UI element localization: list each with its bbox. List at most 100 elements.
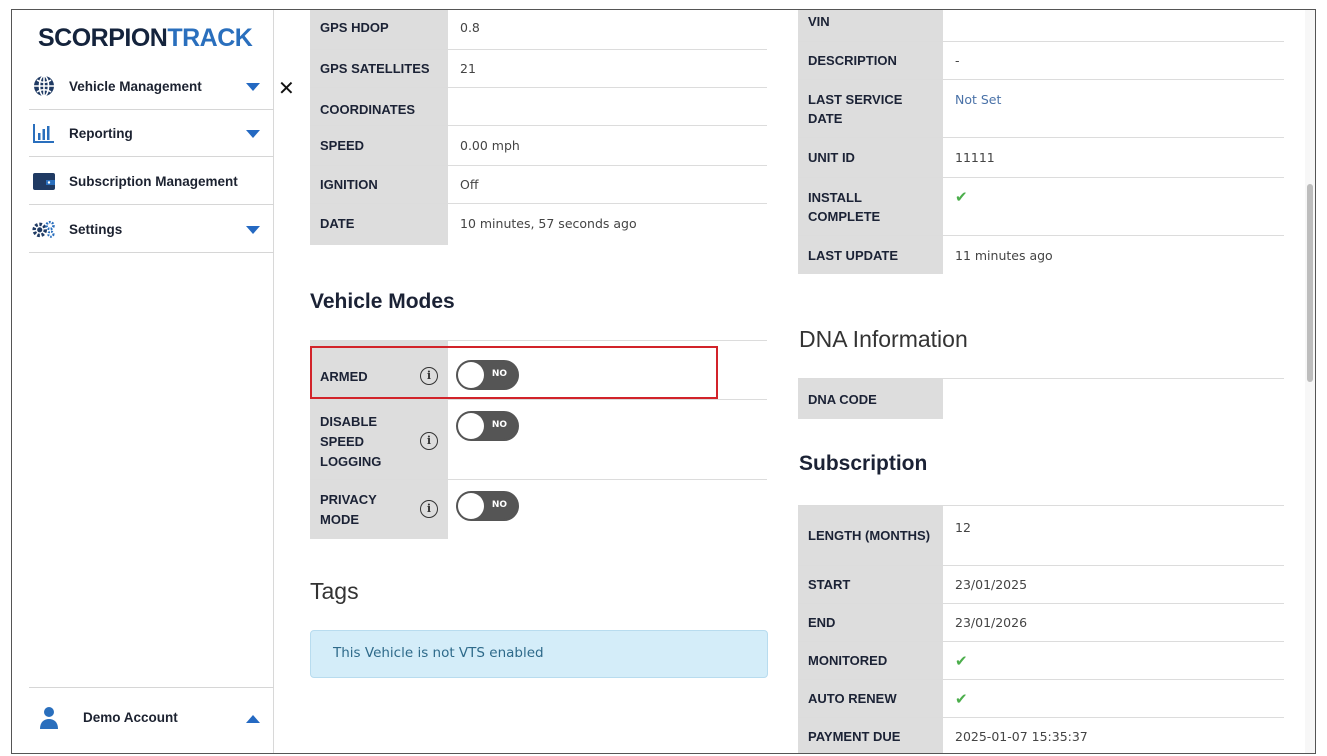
table-row: AUTO RENEW ✔ <box>798 680 1284 718</box>
mode-label: DISABLE SPEED LOGGING <box>320 414 382 469</box>
account-name: Demo Account <box>83 710 178 725</box>
chevron-down-icon[interactable] <box>246 226 260 234</box>
row-key: AUTO RENEW <box>798 680 943 717</box>
user-icon <box>37 706 61 730</box>
sidebar-item-label: Subscription Management <box>69 173 238 189</box>
row-value <box>943 10 1284 41</box>
row-key: VIN <box>798 10 943 41</box>
sidebar-item-settings[interactable]: Settings <box>29 206 274 253</box>
table-row: VIN <box>798 10 1284 42</box>
row-key: UNIT ID <box>798 138 943 177</box>
row-value <box>943 379 1284 419</box>
row-value: Off <box>460 177 479 192</box>
sidebar-item-vehicle-management[interactable]: Vehicle Management <box>29 63 274 110</box>
toggle-state: NO <box>491 500 507 510</box>
table-row: LENGTH (MONTHS) 12 <box>798 506 1284 566</box>
globe-icon <box>32 74 56 98</box>
table-row: START 23/01/2025 <box>798 566 1284 604</box>
account-menu[interactable]: Demo Account <box>29 687 274 747</box>
table-row: DESCRIPTION - <box>798 42 1284 80</box>
gps-table: GPS HDOP 0.8 GPS SATELLITES 21 COORDINAT… <box>310 10 767 245</box>
table-row: PAYMENT DUE 2025-01-07 15:35:37 <box>798 718 1284 753</box>
table-row: DATE 10 minutes, 57 seconds ago <box>310 204 767 245</box>
table-row: INSTALL COMPLETE ✔ <box>798 178 1284 236</box>
row-value: 21 <box>460 61 476 76</box>
scrollbar-track[interactable] <box>1305 10 1315 753</box>
bar-chart-icon <box>32 121 56 145</box>
vehicle-info-table: VIN DESCRIPTION - LAST SERVICE DATE Not … <box>798 10 1284 274</box>
check-icon: ✔ <box>955 689 968 708</box>
dna-table: DNA CODE <box>798 378 1284 419</box>
row-key: IGNITION <box>310 166 448 203</box>
row-value: 11 minutes ago <box>955 247 1053 263</box>
sidebar-item-label: Vehicle Management <box>69 78 202 94</box>
row-value: 0.00 mph <box>460 138 520 153</box>
scrollbar-thumb[interactable] <box>1307 184 1313 382</box>
row-value: 23/01/2025 <box>955 577 1028 592</box>
wallet-icon <box>32 169 56 193</box>
table-row: MONITORED ✔ <box>798 642 1284 680</box>
row-key: LENGTH (MONTHS) <box>798 506 943 565</box>
table-row: UNIT ID 11111 <box>798 138 1284 178</box>
sidebar-item-label: Reporting <box>69 125 133 141</box>
chevron-down-icon[interactable] <box>246 130 260 138</box>
chevron-down-icon[interactable] <box>246 83 260 91</box>
check-icon: ✔ <box>955 188 968 206</box>
row-value: 2025-01-07 15:35:37 <box>955 729 1088 744</box>
table-row: LAST UPDATE 11 minutes ago <box>798 236 1284 274</box>
section-title-tags: Tags <box>310 578 359 604</box>
check-icon: ✔ <box>955 651 968 670</box>
row-key: DESCRIPTION <box>798 42 943 79</box>
close-sidebar-button[interactable]: ✕ <box>278 76 295 100</box>
mode-row-privacy-mode: PRIVACY MODE i NO <box>310 479 767 539</box>
table-row: SPEED 0.00 mph <box>310 126 767 166</box>
sidebar: SCORPIONTRACK Vehicle Management Reporti… <box>12 10 274 753</box>
section-title-vehicle-modes: Vehicle Modes <box>310 290 455 313</box>
row-value: 11111 <box>955 150 995 165</box>
table-row: END 23/01/2026 <box>798 604 1284 642</box>
vts-alert: This Vehicle is not VTS enabled <box>310 630 768 678</box>
row-key: START <box>798 566 943 603</box>
row-key: LAST SERVICE DATE <box>798 80 943 137</box>
last-service-link[interactable]: Not Set <box>943 80 1284 137</box>
section-title-subscription: Subscription <box>799 452 928 475</box>
highlight-box <box>310 346 718 399</box>
row-key: SPEED <box>310 126 448 165</box>
privacy-mode-toggle[interactable]: NO <box>456 491 519 521</box>
sidebar-item-subscription-management[interactable]: Subscription Management <box>29 158 274 205</box>
row-value: 0.8 <box>460 20 480 35</box>
table-row: LAST SERVICE DATE Not Set <box>798 80 1284 138</box>
row-key: COORDINATES <box>310 88 448 125</box>
info-icon[interactable]: i <box>420 432 438 450</box>
app-window: SCORPIONTRACK Vehicle Management Reporti… <box>11 9 1316 754</box>
table-row: COORDINATES <box>310 88 767 126</box>
row-key: LAST UPDATE <box>798 236 943 274</box>
section-title-dna: DNA Information <box>799 326 968 352</box>
row-key: GPS SATELLITES <box>310 50 448 87</box>
sidebar-item-reporting[interactable]: Reporting <box>29 110 274 157</box>
sidebar-item-label: Settings <box>69 221 123 237</box>
table-row: IGNITION Off <box>310 166 767 204</box>
row-value: 10 minutes, 57 seconds ago <box>460 216 637 231</box>
subscription-table: LENGTH (MONTHS) 12 START 23/01/2025 END … <box>798 505 1284 753</box>
row-value: 12 <box>955 520 971 535</box>
row-value <box>448 88 767 125</box>
logo[interactable]: SCORPIONTRACK <box>38 24 253 53</box>
mode-label: PRIVACY MODE <box>320 492 377 527</box>
chevron-up-icon[interactable] <box>246 714 260 723</box>
mode-row-disable-speed-logging: DISABLE SPEED LOGGING i NO <box>310 399 767 479</box>
row-value: 23/01/2026 <box>955 615 1028 630</box>
row-key: DATE <box>310 204 448 245</box>
row-key: GPS HDOP <box>310 10 448 49</box>
row-key: END <box>798 604 943 641</box>
row-key: DNA CODE <box>798 379 943 419</box>
row-value: - <box>955 53 960 68</box>
toggle-knob <box>458 413 484 439</box>
table-row: GPS SATELLITES 21 <box>310 50 767 88</box>
table-row: GPS HDOP 0.8 <box>310 10 767 50</box>
gears-icon <box>32 217 56 241</box>
info-icon[interactable]: i <box>420 500 438 518</box>
toggle-knob <box>458 493 484 519</box>
disable-speed-logging-toggle[interactable]: NO <box>456 411 519 441</box>
table-row: DNA CODE <box>798 379 1284 419</box>
